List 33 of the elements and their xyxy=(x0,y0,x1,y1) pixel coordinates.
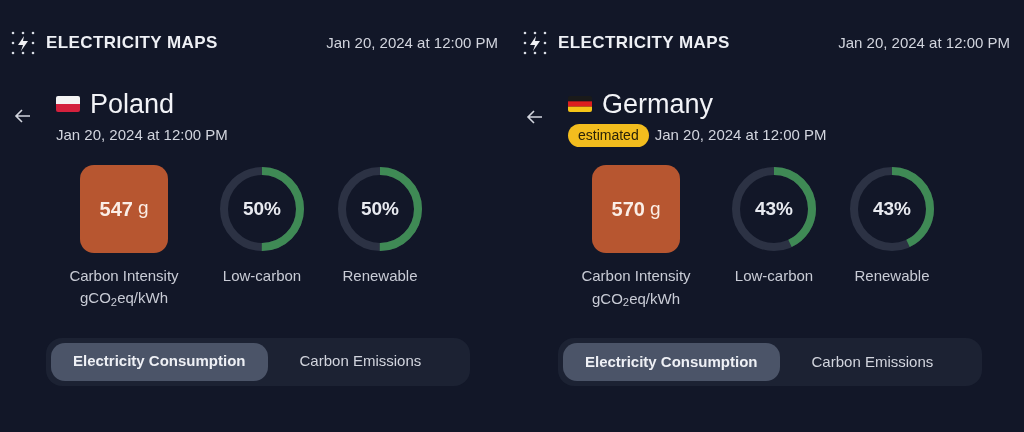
intensity-label: Carbon Intensity xyxy=(69,265,179,286)
country-name: Poland xyxy=(90,88,175,121)
intensity-unit: g xyxy=(137,196,149,221)
flag-icon xyxy=(56,96,80,112)
header-time: Jan 20, 2024 at 12:00 PM xyxy=(326,32,498,53)
ring-label: Renewable xyxy=(854,266,930,286)
data-time: Jan 20, 2024 at 12:00 PM xyxy=(654,125,827,146)
ring-reading: 43% xyxy=(755,198,793,220)
intensity-label: Carbon Intensity xyxy=(581,266,691,286)
header-time: Jan 20, 2024 at 12:00 PM xyxy=(838,32,1010,53)
brand-name: ELECTRICITY MAPS xyxy=(46,32,218,55)
country-name: Germany xyxy=(602,88,714,121)
intensity-unit: g xyxy=(649,196,661,221)
view-tab[interactable]: Carbon Emissions xyxy=(277,342,444,381)
ring-label: Renewable xyxy=(342,265,418,286)
ring-label: Low-carbon xyxy=(734,266,814,286)
bolt-logo-icon xyxy=(522,30,548,56)
estimated-badge: estimated xyxy=(568,124,649,147)
intensity-unit-label: gCO$_{2}$eq/kWh xyxy=(592,288,680,310)
view-tab[interactable]: Electricity Consumption xyxy=(51,342,268,381)
data-time: Jan 20, 2024 at 12:00 PM xyxy=(56,125,228,145)
bolt-logo-icon xyxy=(10,30,36,56)
flag-icon xyxy=(568,96,592,112)
ring-label: Low-carbon xyxy=(222,265,302,286)
intensity-value: 570 xyxy=(611,197,645,222)
ring-reading: 50% xyxy=(243,197,281,220)
ring-reading: 43% xyxy=(873,198,911,220)
ring-reading: 50% xyxy=(361,197,399,220)
intensity-value: 547 xyxy=(99,196,133,222)
view-tab[interactable]: Electricity Consumption xyxy=(563,343,780,381)
view-tab[interactable]: Carbon Emissions xyxy=(789,343,956,381)
brand-name: ELECTRICITY MAPS xyxy=(558,32,730,55)
intensity-unit-label: gCO$_{2}$eq/kWh xyxy=(80,288,168,310)
